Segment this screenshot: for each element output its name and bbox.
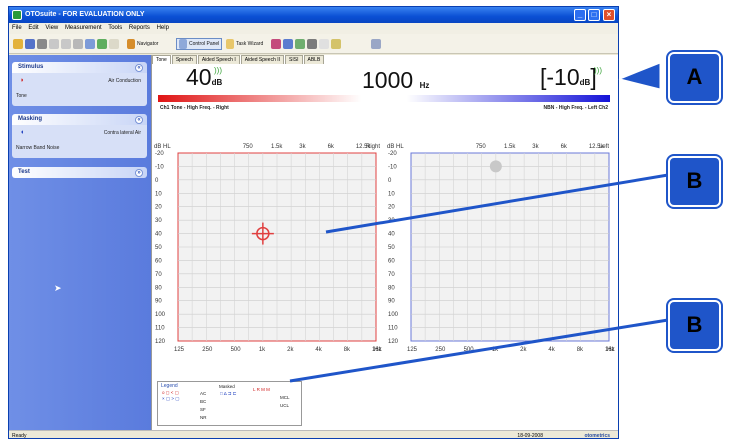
callout-pointers: [289, 62, 669, 383]
callout-b-1: B: [668, 156, 721, 207]
callout-b1-pointer: [325, 173, 669, 234]
callout-b2-pointer: [289, 318, 669, 383]
callout-a: A: [668, 52, 721, 103]
callout-b-2: B: [668, 300, 721, 351]
callout-a-pointer: [618, 62, 661, 90]
